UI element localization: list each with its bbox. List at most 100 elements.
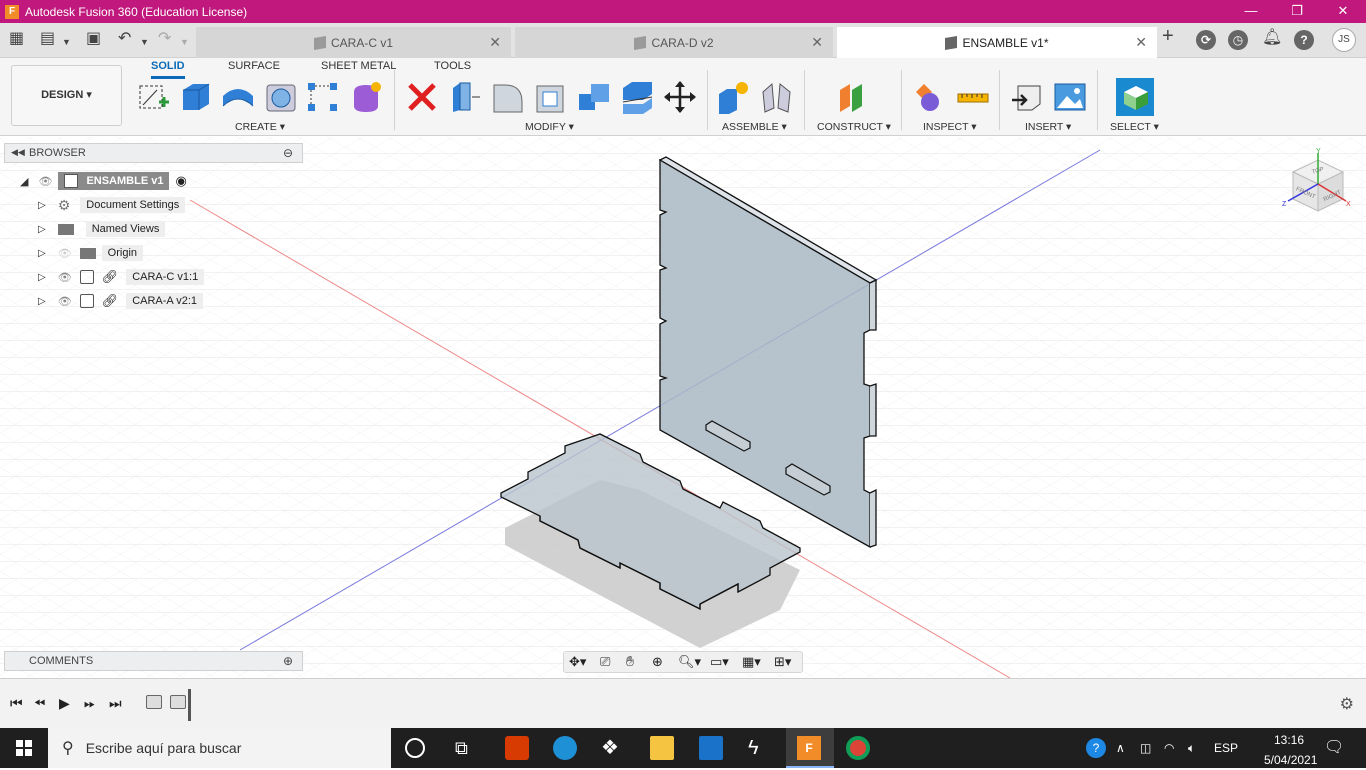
file-dropdown-icon[interactable]: ▼ [62,34,71,50]
chrome-icon[interactable] [846,736,870,760]
browser-item-cara-c[interactable]: ▷ 👁︎ 🔗︎ CARA-C v1:1 [38,267,205,287]
tab-cara-c[interactable]: CARA-C v1 ✕ [196,27,511,58]
tab-ensamble[interactable]: ENSAMBLE v1* ✕ [837,27,1157,58]
shell-icon[interactable] [534,80,568,114]
construct-menu[interactable]: CONSTRUCT ▾ [817,121,891,133]
pattern-icon[interactable] [306,80,340,114]
offset-plane-icon[interactable] [836,80,870,114]
activate-radio-icon[interactable]: ◉ [175,173,186,189]
app-bolt-icon[interactable]: ϟ [748,736,772,760]
file-icon[interactable]: ▤ [40,31,55,47]
windows-start-icon[interactable] [16,740,32,756]
orbit-icon[interactable]: ✥▾ [569,654,586,670]
root-node[interactable]: ENSAMBLE v1 [58,172,170,190]
office-icon[interactable] [505,736,529,760]
tab-tools[interactable]: TOOLS [434,60,471,76]
go-to-end-icon[interactable]: ⏭︎ [109,695,122,712]
tab-solid[interactable]: SOLID [151,60,185,79]
go-to-start-icon[interactable]: ⏮︎ [10,695,23,712]
edge-icon[interactable] [553,736,577,760]
sweep-icon[interactable] [264,80,298,114]
expand-triangle-icon[interactable]: ▷ [38,272,46,283]
zoom-icon[interactable]: ⊕ [652,654,663,670]
play-icon[interactable]: ▶ [59,695,70,712]
workspace-switcher[interactable]: DESIGN ▾ [11,65,122,126]
look-at-icon[interactable]: ⎚ [600,654,610,670]
joint-icon[interactable] [760,80,794,114]
display-settings-icon[interactable]: ▭▾ [710,654,729,670]
step-back-icon[interactable]: ⏪︎ [34,695,45,712]
new-component-icon[interactable] [717,80,751,114]
expand-triangle-icon[interactable]: ▷ [38,200,46,211]
timeline-marker[interactable] [188,689,191,721]
insert-derive-icon[interactable] [1010,80,1044,114]
notifications-center-icon[interactable]: 🗨︎ [1324,728,1344,768]
inspect-menu[interactable]: INSPECT ▾ [923,121,977,133]
job-status-icon[interactable]: ◷ [1228,30,1248,50]
volume-icon[interactable]: 🔈︎ [1188,728,1195,768]
expand-triangle-icon[interactable]: ▷ [38,248,46,259]
3d-scene[interactable] [0,137,1366,678]
revolve-icon[interactable] [221,80,255,114]
create-form-icon[interactable] [350,80,384,114]
extrude-icon[interactable] [179,80,213,114]
expand-triangle-icon[interactable]: ▷ [38,296,46,307]
insert-menu[interactable]: INSERT ▾ [1025,121,1071,133]
meet-now-icon[interactable]: ◫ [1140,728,1151,768]
fusion-360-icon[interactable]: F [797,736,821,760]
browser-item-cara-a[interactable]: ▷ 👁︎ 🔗︎ CARA-A v2:1 [38,291,203,311]
network-icon[interactable]: ◠ [1164,728,1174,768]
help-icon[interactable]: ? [1294,30,1314,50]
restore-button[interactable]: ❐ [1274,0,1320,23]
grid-settings-icon[interactable]: ▦▾ [742,654,761,670]
browser-minimize-icon[interactable]: ⊖ [283,146,293,160]
close-tab-icon[interactable]: ✕ [1135,34,1147,51]
help-tray-icon[interactable]: ? [1086,738,1106,758]
minimize-button[interactable]: — [1228,0,1274,23]
extensions-icon[interactable]: ⟳ [1196,30,1216,50]
undo-icon[interactable]: ↶ [118,31,131,47]
delete-icon[interactable] [405,80,439,114]
comments-panel-header[interactable]: COMMENTS ⊕ [4,651,303,671]
split-body-icon[interactable] [620,80,654,114]
timeline-feature-icon[interactable] [170,695,186,709]
task-view-icon[interactable]: ⧉ [455,736,479,760]
undo-dropdown-icon[interactable]: ▼ [140,34,149,50]
dropbox-icon[interactable]: ❖ [601,736,625,760]
timeline-settings-icon[interactable]: ⚙ [1340,694,1354,714]
measure-icon[interactable] [956,80,990,114]
browser-item-named-views[interactable]: ▷ Named Views [38,219,166,239]
assemble-menu[interactable]: ASSEMBLE ▾ [722,121,787,133]
select-menu[interactable]: SELECT ▾ [1110,121,1159,133]
browser-panel-header[interactable]: ◀◀ BROWSER ⊖ [4,143,303,163]
fillet-icon[interactable] [491,80,525,114]
timeline-feature-icon[interactable] [146,695,162,709]
browser-root-row[interactable]: ◢ 👁︎ ENSAMBLE v1 ◉ [20,171,187,191]
canvas-image-icon[interactable] [1053,80,1087,114]
show-hidden-icons[interactable]: ∧ [1116,728,1125,768]
press-pull-icon[interactable] [448,80,482,114]
viewcube[interactable]: TOP FRONT RIGHT Y X Z [1282,145,1354,221]
clock[interactable]: 13:16 5/04/2021 [1264,730,1317,770]
interference-icon[interactable] [912,80,946,114]
canvas-viewport[interactable]: TOP FRONT RIGHT Y X Z [0,137,1366,678]
modify-menu[interactable]: MODIFY ▾ [525,121,574,133]
close-button[interactable]: ✕ [1320,0,1366,23]
close-tab-icon[interactable]: ✕ [811,34,823,51]
visibility-eye-icon[interactable]: 👁︎ [38,175,52,188]
select-icon[interactable] [1116,78,1154,116]
close-tab-icon[interactable]: ✕ [489,34,501,51]
browser-item-document-settings[interactable]: ▷ ⚙ Document Settings [38,195,186,215]
add-comment-icon[interactable]: ⊕ [283,654,293,668]
fit-icon[interactable]: 🔍︎▾ [678,654,701,670]
pan-icon[interactable]: ✋︎ [626,653,634,670]
collapse-triangle-icon[interactable]: ◢ [20,175,28,188]
create-sketch-icon[interactable] [137,80,171,114]
visibility-eye-icon[interactable]: 👁︎ [58,271,72,284]
notifications-icon[interactable]: 🔔︎ [1262,30,1282,46]
create-menu[interactable]: CREATE ▾ [235,121,285,133]
mail-icon[interactable] [699,736,723,760]
collapse-browser-icon[interactable]: ◀◀ [11,147,25,158]
step-forward-icon[interactable]: ⏩︎ [84,695,95,712]
scale-icon[interactable] [577,80,611,114]
